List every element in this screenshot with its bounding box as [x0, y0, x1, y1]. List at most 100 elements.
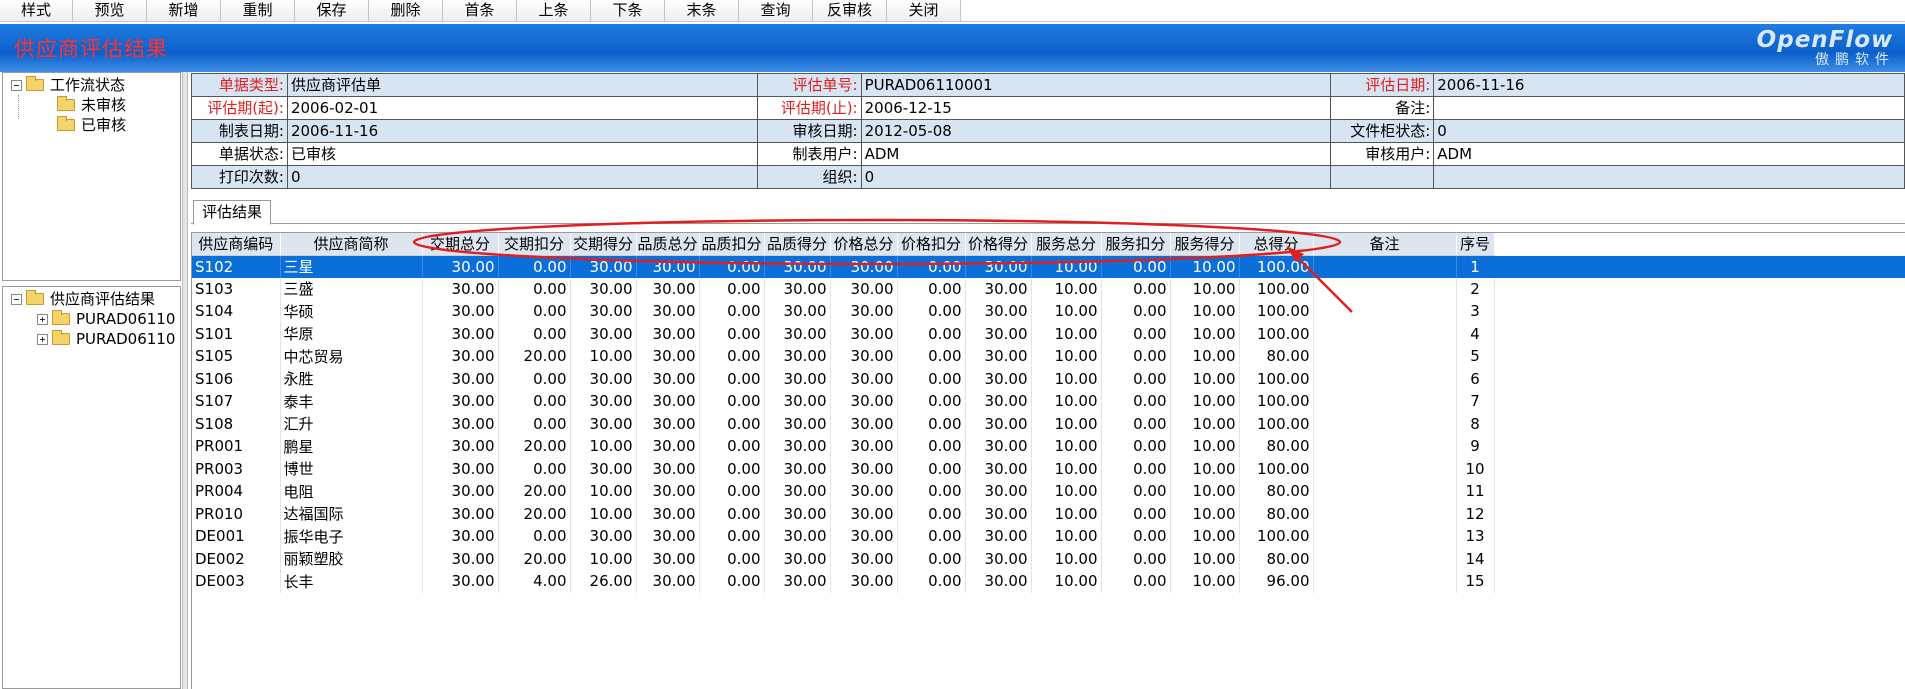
- column-header[interactable]: 交期总分: [422, 233, 499, 256]
- table-cell[interactable]: 丽颖塑胶: [280, 547, 423, 570]
- table-cell[interactable]: 0.00: [699, 502, 765, 525]
- table-cell[interactable]: [1313, 300, 1457, 323]
- table-cell[interactable]: S108: [192, 412, 281, 435]
- table-cell[interactable]: 30.00: [422, 502, 499, 525]
- column-header[interactable]: 供应商简称: [280, 233, 423, 256]
- table-cell[interactable]: [1313, 277, 1457, 300]
- table-cell[interactable]: 0.00: [1101, 525, 1171, 548]
- table-cell[interactable]: 30.00: [422, 345, 499, 368]
- period-start-field[interactable]: 2006-02-01: [287, 97, 758, 120]
- table-row[interactable]: S106 永胜 30.00 0.00 30.00 30.00 0.00 30.00 30.00 0…: [192, 367, 1495, 390]
- table-cell[interactable]: [1313, 435, 1457, 458]
- table-cell[interactable]: 0.00: [699, 255, 765, 278]
- table-cell[interactable]: 30.00: [965, 502, 1032, 525]
- table-cell[interactable]: 30.00: [830, 322, 898, 345]
- table-cell[interactable]: 30.00: [422, 277, 499, 300]
- table-cell[interactable]: 30.00: [764, 547, 831, 570]
- table-cell[interactable]: 10.00: [1170, 435, 1240, 458]
- table-cell[interactable]: 30.00: [830, 390, 898, 413]
- column-header[interactable]: 交期扣分: [498, 233, 571, 256]
- table-cell[interactable]: 30.00: [636, 367, 700, 390]
- table-cell[interactable]: 100.00: [1239, 525, 1314, 548]
- table-cell[interactable]: 30.00: [636, 255, 700, 278]
- table-cell[interactable]: 0.00: [1101, 457, 1171, 480]
- table-cell[interactable]: 0.00: [1101, 255, 1171, 278]
- table-cell[interactable]: 0.00: [498, 255, 571, 278]
- table-row[interactable]: DE003 长丰 30.00 4.00 26.00 30.00 0.00 30.00 30.00…: [192, 570, 1495, 593]
- table-cell[interactable]: 30.00: [422, 457, 499, 480]
- table-cell[interactable]: S104: [192, 300, 281, 323]
- table-cell[interactable]: 30.00: [830, 435, 898, 458]
- table-cell[interactable]: 10.00: [1031, 570, 1102, 593]
- evaluation-date-field[interactable]: 2006-11-16: [1434, 74, 1905, 97]
- table-cell[interactable]: 100.00: [1239, 412, 1314, 435]
- table-cell[interactable]: 30.00: [636, 435, 700, 458]
- table-cell[interactable]: 30.00: [570, 412, 637, 435]
- table-cell[interactable]: 10.00: [1170, 255, 1240, 278]
- table-cell[interactable]: 0.00: [699, 547, 765, 570]
- table-cell[interactable]: 100.00: [1239, 457, 1314, 480]
- table-cell[interactable]: 30.00: [965, 457, 1032, 480]
- table-cell[interactable]: 0.00: [498, 457, 571, 480]
- table-cell[interactable]: 0.00: [897, 412, 966, 435]
- table-cell[interactable]: S102: [192, 255, 281, 278]
- table-cell[interactable]: [1313, 322, 1457, 345]
- table-cell[interactable]: 80.00: [1239, 480, 1314, 503]
- last-record-button[interactable]: 末条: [665, 0, 739, 21]
- expand-icon[interactable]: [37, 313, 48, 325]
- table-cell[interactable]: S107: [192, 390, 281, 413]
- table-cell[interactable]: 10.00: [1170, 480, 1240, 503]
- table-cell[interactable]: 30.00: [636, 457, 700, 480]
- tree-node-unapproved[interactable]: 未审核: [57, 95, 126, 115]
- table-cell[interactable]: 100.00: [1239, 255, 1314, 278]
- table-row[interactable]: S105 中芯贸易 30.00 20.00 10.00 30.00 0.00 30.00 30.…: [192, 345, 1495, 368]
- table-cell[interactable]: 100.00: [1239, 322, 1314, 345]
- table-cell[interactable]: 3: [1456, 300, 1495, 323]
- table-cell[interactable]: 泰丰: [280, 390, 423, 413]
- evaluation-number-field[interactable]: PURAD06110001: [861, 74, 1332, 97]
- table-cell[interactable]: 0.00: [699, 345, 765, 368]
- table-cell[interactable]: 电阻: [280, 480, 423, 503]
- table-cell[interactable]: 26.00: [570, 570, 637, 593]
- table-cell[interactable]: S105: [192, 345, 281, 368]
- table-cell[interactable]: 10.00: [1031, 300, 1102, 323]
- table-cell[interactable]: 0.00: [897, 480, 966, 503]
- table-cell[interactable]: 30.00: [636, 412, 700, 435]
- table-cell[interactable]: 0.00: [897, 547, 966, 570]
- query-button[interactable]: 查询: [739, 0, 813, 21]
- table-cell[interactable]: 0.00: [498, 300, 571, 323]
- table-cell[interactable]: [1313, 457, 1457, 480]
- table-cell[interactable]: 30.00: [570, 367, 637, 390]
- reset-button[interactable]: 重制: [221, 0, 295, 21]
- table-cell[interactable]: 10.00: [1031, 345, 1102, 368]
- table-row[interactable]: PR010 达福国际 30.00 20.00 10.00 30.00 0.00 30.00 30…: [192, 502, 1495, 525]
- column-header[interactable]: 服务得分: [1170, 233, 1240, 256]
- table-cell[interactable]: [1313, 525, 1457, 548]
- table-cell[interactable]: 30.00: [422, 480, 499, 503]
- table-cell[interactable]: 30.00: [764, 435, 831, 458]
- table-cell[interactable]: 14: [1456, 547, 1495, 570]
- table-cell[interactable]: [1313, 345, 1457, 368]
- table-cell[interactable]: 30.00: [764, 457, 831, 480]
- table-cell[interactable]: 10.00: [570, 547, 637, 570]
- table-cell[interactable]: 5: [1456, 345, 1495, 368]
- table-cell[interactable]: 0.00: [699, 412, 765, 435]
- table-cell[interactable]: 96.00: [1239, 570, 1314, 593]
- column-header[interactable]: 品质总分: [636, 233, 700, 256]
- table-cell[interactable]: 10.00: [1170, 300, 1240, 323]
- column-header[interactable]: 服务总分: [1031, 233, 1102, 256]
- tree-node-document[interactable]: PURAD06110: [37, 309, 175, 329]
- column-header[interactable]: 价格扣分: [897, 233, 966, 256]
- panel-splitter[interactable]: [182, 72, 188, 689]
- table-cell[interactable]: 10.00: [1170, 412, 1240, 435]
- table-row[interactable]: S102 三星 30.00 0.00 30.00 30.00 0.00 30.00 30.00 0…: [192, 255, 1495, 278]
- tab-evaluation-result[interactable]: 评估结果: [193, 200, 272, 225]
- table-cell[interactable]: 10.00: [1170, 457, 1240, 480]
- table-cell[interactable]: 2: [1456, 277, 1495, 300]
- table-cell[interactable]: 30.00: [636, 570, 700, 593]
- table-cell[interactable]: 0.00: [699, 570, 765, 593]
- table-cell[interactable]: 4: [1456, 322, 1495, 345]
- table-cell[interactable]: 8: [1456, 412, 1495, 435]
- table-cell[interactable]: 10.00: [1170, 277, 1240, 300]
- table-cell[interactable]: 0.00: [897, 502, 966, 525]
